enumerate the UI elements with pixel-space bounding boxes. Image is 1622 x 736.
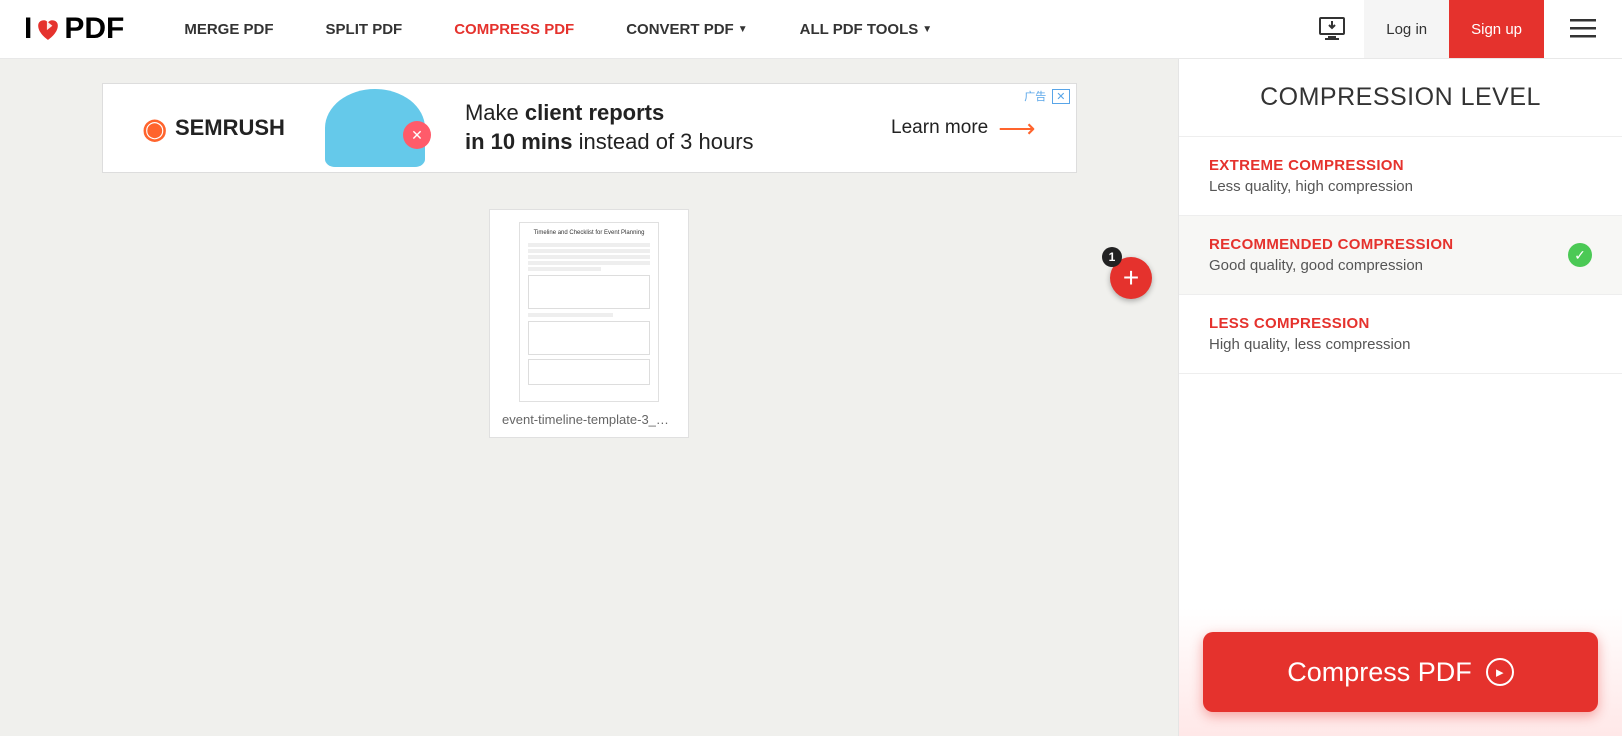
caret-down-icon: ▼ bbox=[738, 24, 748, 35]
add-file-button[interactable]: + 1 bbox=[1110, 257, 1152, 299]
logo-pdf: PDF bbox=[64, 12, 124, 46]
ad-brand: ◉ SEMRUSH bbox=[143, 112, 285, 145]
option-desc: Good quality, good compression bbox=[1209, 257, 1453, 274]
nav-all-label: ALL PDF TOOLS bbox=[800, 21, 919, 38]
flame-icon: ◉ bbox=[143, 112, 167, 145]
main-area: ◉ SEMRUSH Make client reports in 10 mins… bbox=[0, 59, 1622, 736]
nav-split[interactable]: SPLIT PDF bbox=[326, 21, 403, 38]
header-right: Log in Sign up bbox=[1300, 0, 1622, 58]
nav-merge[interactable]: MERGE PDF bbox=[184, 21, 273, 38]
file-count-badge: 1 bbox=[1102, 247, 1122, 267]
compress-button-label: Compress PDF bbox=[1287, 657, 1472, 688]
top-header: I PDF MERGE PDF SPLIT PDF COMPRESS PDF C… bbox=[0, 0, 1622, 59]
file-name: event-timeline-template-3_FL... bbox=[502, 412, 676, 427]
nav-convert[interactable]: CONVERT PDF ▼ bbox=[626, 21, 747, 38]
plus-icon: + bbox=[1123, 262, 1139, 294]
arrow-right-icon: ⟶ bbox=[998, 113, 1035, 144]
sidebar-action-area: Compress PDF ▸ bbox=[1179, 608, 1622, 736]
option-label: RECOMMENDED COMPRESSION bbox=[1209, 236, 1453, 253]
ad-label: 广告 bbox=[1024, 88, 1046, 104]
arrow-circle-right-icon: ▸ bbox=[1486, 658, 1514, 686]
option-recommended[interactable]: RECOMMENDED COMPRESSION Good quality, go… bbox=[1179, 216, 1622, 295]
signup-button[interactable]: Sign up bbox=[1449, 0, 1544, 58]
sidebar: COMPRESSION LEVEL EXTREME COMPRESSION Le… bbox=[1178, 59, 1622, 736]
heart-icon bbox=[34, 15, 62, 49]
ad-close-icon[interactable]: ✕ bbox=[1052, 89, 1069, 104]
sidebar-title: COMPRESSION LEVEL bbox=[1179, 59, 1622, 137]
login-button[interactable]: Log in bbox=[1364, 0, 1449, 58]
option-desc: High quality, less compression bbox=[1209, 336, 1410, 353]
option-extreme[interactable]: EXTREME COMPRESSION Less quality, high c… bbox=[1179, 137, 1622, 216]
desktop-download-icon[interactable] bbox=[1300, 0, 1364, 58]
ad-illustration bbox=[325, 89, 425, 167]
file-tile[interactable]: Timeline and Checklist for Event Plannin… bbox=[489, 209, 689, 438]
ad-controls: 广告 ✕ bbox=[1024, 88, 1069, 104]
nav-convert-label: CONVERT PDF bbox=[626, 21, 734, 38]
option-less[interactable]: LESS COMPRESSION High quality, less comp… bbox=[1179, 295, 1622, 374]
ad-banner[interactable]: ◉ SEMRUSH Make client reports in 10 mins… bbox=[102, 83, 1077, 173]
nav-compress[interactable]: COMPRESS PDF bbox=[454, 21, 574, 38]
option-label: EXTREME COMPRESSION bbox=[1209, 157, 1413, 174]
nav-all-tools[interactable]: ALL PDF TOOLS ▼ bbox=[800, 21, 933, 38]
check-icon: ✓ bbox=[1568, 243, 1592, 267]
menu-icon[interactable] bbox=[1544, 0, 1622, 58]
logo-i: I bbox=[24, 12, 32, 46]
option-desc: Less quality, high compression bbox=[1209, 178, 1413, 195]
logo[interactable]: I PDF bbox=[24, 12, 124, 46]
option-label: LESS COMPRESSION bbox=[1209, 315, 1410, 332]
main-nav: MERGE PDF SPLIT PDF COMPRESS PDF CONVERT… bbox=[184, 21, 1300, 38]
ad-copy: Make client reports in 10 mins instead o… bbox=[465, 99, 851, 156]
ad-cta-label: Learn more bbox=[891, 117, 988, 139]
workspace: ◉ SEMRUSH Make client reports in 10 mins… bbox=[0, 59, 1178, 736]
file-preview: Timeline and Checklist for Event Plannin… bbox=[519, 222, 659, 402]
caret-down-icon: ▼ bbox=[922, 24, 932, 35]
compress-button[interactable]: Compress PDF ▸ bbox=[1203, 632, 1598, 712]
ad-brand-text: SEMRUSH bbox=[175, 115, 285, 141]
ad-cta[interactable]: Learn more ⟶ bbox=[891, 113, 1035, 144]
